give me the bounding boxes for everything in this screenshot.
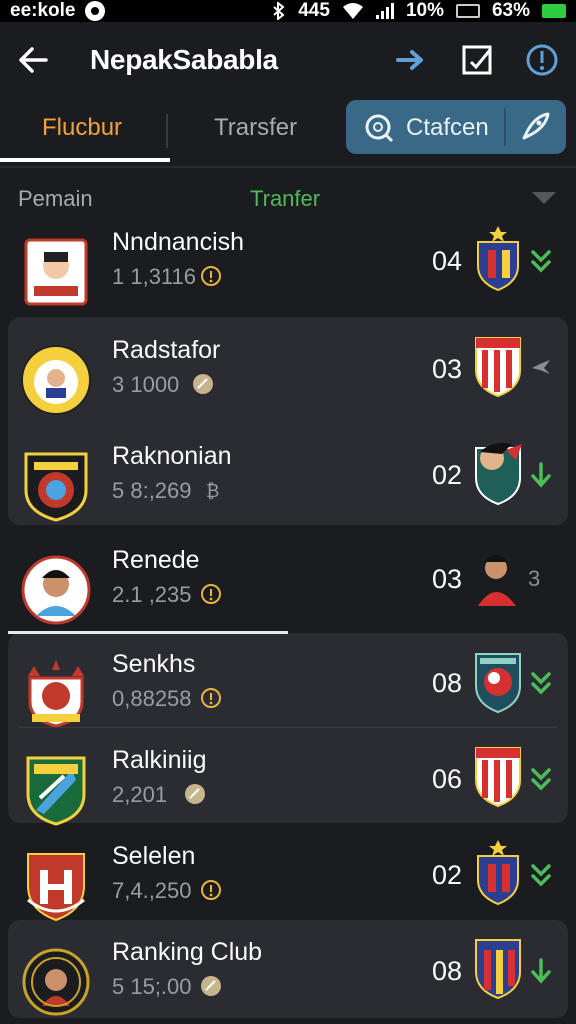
club-shield-icon — [475, 443, 522, 506]
player-value: 7,4.,250 — [112, 878, 192, 903]
active-tab-indicator — [0, 158, 170, 162]
double-chevron-down-icon — [531, 672, 551, 695]
club-shield-icon — [475, 653, 521, 714]
player-name: Radstafor — [112, 336, 221, 364]
status-bar: ee:kole 445 10% 63% — [0, 0, 576, 22]
battery-icon — [542, 4, 566, 18]
player-rank: 06 — [432, 764, 463, 794]
double-chevron-down-icon — [531, 864, 551, 887]
header-divider — [0, 166, 576, 168]
club-crest-icon — [24, 452, 88, 522]
player-value: 2,201 — [112, 782, 168, 807]
arrow-down-icon — [531, 462, 551, 488]
player-rank: 03 — [432, 354, 463, 384]
club-crest-icon — [22, 948, 90, 1016]
column-transfer[interactable]: Tranfer — [250, 186, 320, 212]
forward-arrow-icon[interactable] — [394, 42, 430, 78]
coin-icon — [201, 584, 221, 604]
player-value: 1 1,3116 — [112, 264, 197, 289]
bluetooth-icon — [273, 2, 285, 20]
cell-signal-icon — [375, 3, 394, 19]
carrier-label: ee:kole — [10, 0, 76, 21]
signal-text: 445 — [298, 0, 330, 21]
trend-text: 3 — [528, 566, 541, 591]
player-name: Nndnancish — [112, 228, 245, 256]
player-row[interactable]: Selelen 7,4.,250 02 — [0, 840, 576, 936]
coin-icon — [185, 784, 205, 804]
bird-icon — [532, 360, 550, 374]
wifi-percent: 10% — [405, 0, 444, 21]
player-row[interactable]: Senkhs 0,88258 08 — [0, 648, 576, 744]
player-row[interactable]: Nndnancish 1 1,3116 04 — [0, 226, 576, 322]
player-row[interactable]: Ranking Club 5 15;.00 08 — [0, 936, 576, 1024]
tab-bar: Flucbur Trarsfer Ctafcen — [0, 100, 576, 166]
player-rank: 02 — [432, 860, 463, 890]
battery-empty-icon — [455, 4, 480, 18]
wifi-icon — [342, 3, 363, 19]
caret-down-icon[interactable] — [532, 192, 556, 204]
battery-percent: 63% — [491, 0, 530, 21]
search-icon — [365, 114, 394, 143]
club-shield-icon — [475, 747, 521, 808]
tab-transfer[interactable]: Trarsfer — [214, 114, 297, 142]
club-crest-icon — [24, 238, 88, 306]
player-rank: 08 — [432, 956, 463, 986]
club-crest-icon — [28, 660, 84, 728]
player-row[interactable]: Raknonian 5 8:,269 ₿ 02 — [0, 440, 576, 536]
club-crest-icon — [26, 756, 86, 826]
column-header: Pemain Tranfer — [0, 180, 576, 220]
player-name: Renede — [112, 546, 200, 574]
coin-icon — [201, 976, 221, 996]
coin-icon — [201, 880, 221, 900]
player-name: Ralkiniig — [112, 746, 207, 774]
app-header: NepakSababla — [0, 22, 576, 100]
coin-icon — [201, 688, 221, 708]
tab-divider — [166, 114, 168, 148]
action-button-group[interactable]: Ctafcen — [346, 100, 566, 154]
player-row[interactable]: Renede 2.1 ,235 03 3 — [0, 544, 576, 640]
coin-icon — [193, 374, 213, 394]
club-shield-icon — [475, 939, 521, 1000]
player-rank: 03 — [432, 564, 463, 594]
player-row[interactable]: Radstafor 3 1000 03 — [0, 334, 576, 430]
player-value: 2.1 ,235 — [112, 582, 192, 607]
page-title: NepakSababla — [90, 44, 278, 75]
player-value: 0,88258 — [112, 686, 192, 711]
row-divider — [18, 727, 558, 728]
back-arrow-icon[interactable] — [16, 42, 52, 78]
rocket-icon[interactable] — [518, 110, 552, 144]
action-divider — [504, 108, 506, 146]
club-shield-icon — [475, 337, 521, 398]
player-rank: 04 — [432, 246, 463, 276]
action-button-label: Ctafcen — [406, 114, 489, 141]
edit-square-icon[interactable] — [460, 42, 496, 78]
svg-text:₿: ₿ — [206, 481, 219, 501]
arrow-down-icon — [531, 958, 551, 984]
club-crest-icon — [21, 345, 91, 415]
app-notification-icon — [85, 1, 106, 21]
double-chevron-down-icon — [531, 768, 551, 791]
player-row[interactable]: Ralkiniig 2,201 06 — [0, 744, 576, 840]
player-name: Selelen — [112, 842, 196, 870]
coin-icon — [201, 266, 221, 286]
info-icon[interactable] — [524, 42, 560, 78]
player-name: Senkhs — [112, 650, 196, 678]
club-shield-icon — [477, 840, 519, 906]
double-chevron-down-icon — [531, 250, 551, 273]
club-shield-icon — [477, 226, 519, 292]
player-value: 5 8:,269 — [112, 478, 192, 503]
player-name: Raknonian — [112, 442, 232, 470]
column-player: Pemain — [18, 186, 93, 211]
player-name: Ranking Club — [112, 938, 263, 966]
player-value: 3 1000 — [112, 372, 180, 397]
player-rank: 08 — [432, 668, 463, 698]
club-crest-icon — [21, 555, 91, 625]
club-crest-icon — [27, 853, 85, 922]
player-avatar — [478, 555, 516, 606]
tab-fixture[interactable]: Flucbur — [42, 114, 122, 142]
bitcoin-icon: ₿ — [206, 481, 219, 501]
player-value: 5 15;.00 — [112, 974, 192, 999]
player-rank: 02 — [432, 460, 463, 490]
